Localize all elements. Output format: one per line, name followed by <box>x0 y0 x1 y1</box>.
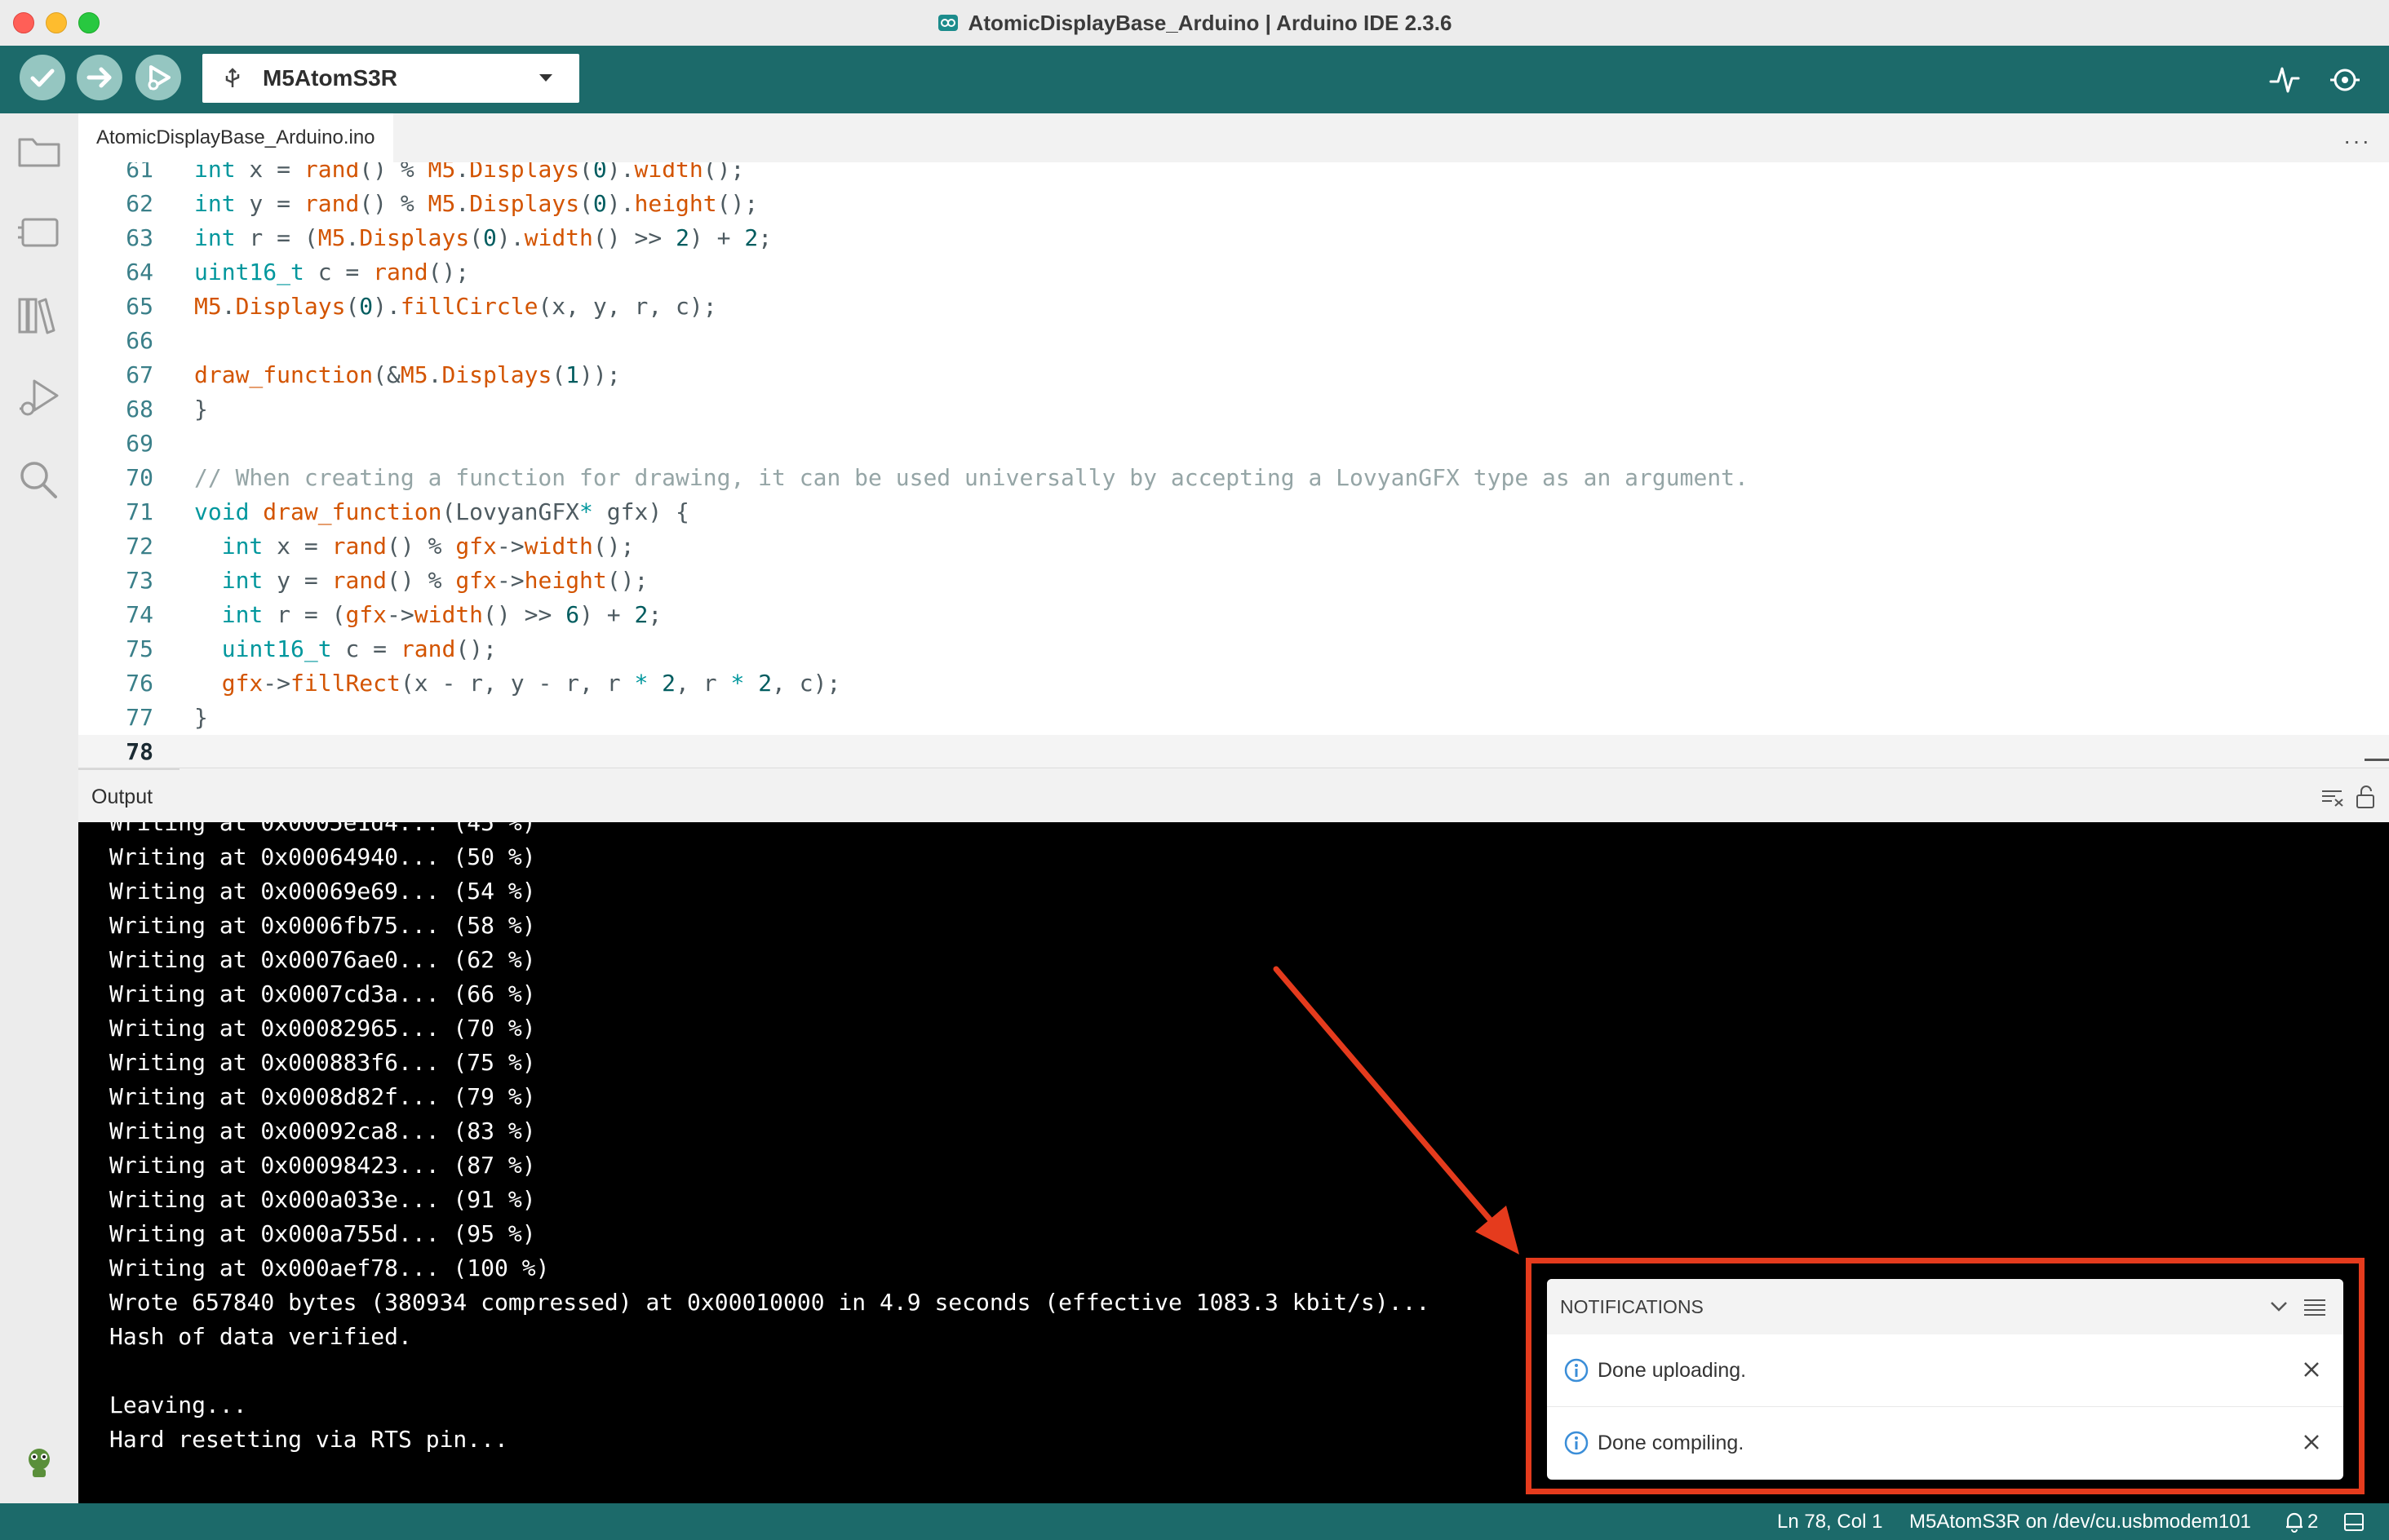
more-actions-icon[interactable]: ··· <box>2343 128 2371 154</box>
upload-button[interactable] <box>77 55 122 100</box>
status-bar: Ln 78, Col 1 M5AtomS3R on /dev/cu.usbmod… <box>0 1503 2389 1540</box>
bell-icon[interactable] <box>2285 1511 2304 1533</box>
board-port-status[interactable]: M5AtomS3R on /dev/cu.usbmodem101 <box>1909 1503 2251 1540</box>
notification-item[interactable]: Done compiling. <box>1547 1407 2343 1479</box>
notification-text: Done compiling. <box>1598 1432 1744 1454</box>
close-icon[interactable] <box>2301 1359 2322 1380</box>
output-line: Writing at 0x0006fb75... (58 %) <box>109 912 536 939</box>
code-line: 61 int x = rand() % M5.Displays(0).width(… <box>126 162 745 183</box>
code-line: 71 void draw_function(LovyanGFX* gfx) { <box>126 498 689 525</box>
output-line: Hash of data verified. <box>109 1323 412 1350</box>
notifications-header: NOTIFICATIONS <box>1547 1279 2343 1334</box>
output-line: Writing at 0x0008d82f... (79 %) <box>109 1083 536 1110</box>
library-icon[interactable] <box>16 294 62 337</box>
folder-icon[interactable] <box>16 131 62 170</box>
title-bar: AtomicDisplayBase_Arduino | Arduino IDE … <box>0 0 2389 46</box>
code-line: 75 uint16_t c = rand(); <box>126 635 497 662</box>
clear-output-icon[interactable] <box>2320 788 2345 808</box>
toolbar: M5AtomS3R <box>0 46 2389 113</box>
cursor-position[interactable]: Ln 78, Col 1 <box>1777 1503 1882 1540</box>
tab-output[interactable]: Output <box>91 768 153 825</box>
arduino-file-icon <box>937 15 958 31</box>
code-line: 63 int r = (M5.Displays(0).width() >> 2) … <box>126 224 773 251</box>
code-line: 77} <box>126 704 208 731</box>
output-line: Writing at 0x000883f6... (75 %) <box>109 1049 536 1076</box>
code-line: 67 draw_function(&M5.Displays(1)); <box>126 361 621 388</box>
output-line: Leaving... <box>109 1392 247 1418</box>
code-editor[interactable]: 61 int x = rand() % M5.Displays(0).width(… <box>78 162 2389 768</box>
output-line: Writing at 0x000aef78... (100 %) <box>109 1255 550 1281</box>
monitor-icon[interactable] <box>2329 64 2365 96</box>
search-icon[interactable] <box>16 458 62 503</box>
scroll-marker <box>2365 759 2389 761</box>
tab-sketch-file[interactable]: AtomicDisplayBase_Arduino.ino <box>78 113 393 162</box>
window-title-wrap: AtomicDisplayBase_Arduino | Arduino IDE … <box>0 0 2389 46</box>
chevron-down-icon[interactable] <box>2270 1300 2288 1313</box>
editor-tab-bar: AtomicDisplayBase_Arduino.ino ··· <box>78 113 2389 162</box>
code-line: 64 uint16_t c = rand(); <box>126 259 470 285</box>
debug-play-icon <box>148 65 171 91</box>
code-line: 65 M5.Displays(0).fillCircle(x, y, r, c); <box>126 293 717 320</box>
plotter-icon[interactable] <box>2268 64 2301 96</box>
checkmark-icon <box>30 69 55 87</box>
toggle-panel-icon[interactable] <box>2343 1512 2365 1532</box>
close-icon[interactable] <box>2301 1432 2322 1453</box>
code-line: 76 gfx->fillRect(x - r, y - r, r * 2, r … <box>126 670 841 697</box>
output-line: Writing at 0x00082965... (70 %) <box>109 1015 536 1042</box>
code-line: 72 int x = rand() % gfx->width(); <box>126 533 635 560</box>
board-name: M5AtomS3R <box>263 65 397 91</box>
clear-all-notifications-icon[interactable] <box>2303 1297 2327 1317</box>
output-line: Hard resetting via RTS pin... <box>109 1426 508 1453</box>
code-line: 66 <box>126 327 153 354</box>
code-line: 68} <box>126 396 208 423</box>
output-line: Writing at 0x000a033e... (91 %) <box>109 1186 536 1213</box>
debug-button[interactable] <box>135 55 181 100</box>
usb-icon <box>225 68 240 87</box>
notifications-panel: NOTIFICATIONS Done uploading. Done compi… <box>1547 1279 2343 1480</box>
boards-manager-icon[interactable] <box>16 213 62 252</box>
chevron-down-icon <box>539 74 552 82</box>
output-line: Writing at 0x000a755d... (95 %) <box>109 1220 536 1247</box>
output-panel-header: Output <box>78 768 2389 823</box>
arrow-right-icon <box>86 67 112 88</box>
code-line: 62 int y = rand() % M5.Displays(0).height… <box>126 190 759 217</box>
notification-count: 2 <box>2307 1511 2319 1533</box>
board-selector[interactable]: M5AtomS3R <box>202 54 579 103</box>
output-line: Writing at 0x00092ca8... (83 %) <box>109 1117 536 1144</box>
output-line: Writing at 0x00076ae0... (62 %) <box>109 946 536 973</box>
mascot-icon <box>29 1449 50 1477</box>
verify-button[interactable] <box>20 55 65 100</box>
current-code-line: 78 <box>78 735 2389 768</box>
code-line: 74 int r = (gfx->width() >> 6) + 2; <box>126 601 663 628</box>
window-title: AtomicDisplayBase_Arduino | Arduino IDE … <box>968 10 1452 35</box>
output-line: Writing at 0x00064940... (50 %) <box>109 843 536 870</box>
unlock-scroll-icon[interactable] <box>2355 785 2376 809</box>
sidebar <box>0 113 78 1503</box>
code-line: 73 int y = rand() % gfx->height(); <box>126 567 649 594</box>
info-icon <box>1564 1358 1589 1383</box>
output-line: Writing at 0x00098423... (87 %) <box>109 1152 536 1179</box>
output-line: Wrote 657840 bytes (380934 compressed) a… <box>109 1289 1430 1316</box>
notification-item[interactable]: Done uploading. <box>1547 1334 2343 1407</box>
notifications-title: NOTIFICATIONS <box>1560 1296 1704 1317</box>
notification-text: Done uploading. <box>1598 1359 1747 1382</box>
code-comment: 70// When creating a function for drawin… <box>126 464 1749 491</box>
output-line: Writing at 0x0007cd3a... (66 %) <box>109 980 536 1007</box>
debug-icon[interactable] <box>16 376 62 422</box>
output-line: Writing at 0x0005e1d4... (45 %) <box>109 822 536 836</box>
code-line: 69 <box>126 430 153 457</box>
output-line: Writing at 0x00069e69... (54 %) <box>109 878 536 905</box>
info-icon <box>1564 1431 1589 1455</box>
